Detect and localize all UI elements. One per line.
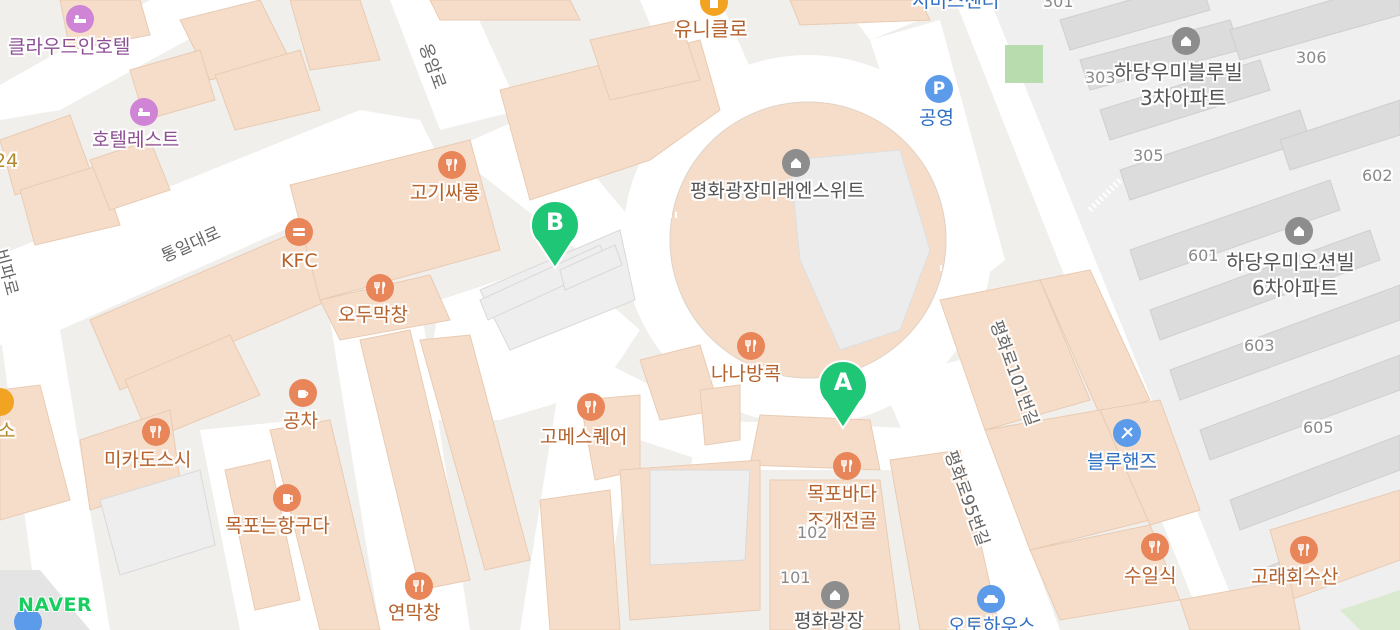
poi-gongcha[interactable]: 공차 — [283, 412, 318, 431]
building-icon[interactable] — [782, 149, 810, 177]
bldg-number: 305 — [1133, 146, 1164, 165]
edge-label-24: 24 — [0, 150, 19, 172]
marker-b-label: B — [545, 208, 565, 236]
bldg-number: 102 — [797, 523, 828, 542]
pub-icon[interactable] — [273, 484, 301, 512]
naver-logo: NAVER — [18, 594, 93, 616]
poi-yeon[interactable]: 연막창 — [388, 604, 440, 623]
poi-service-center[interactable]: 서비스센터 — [912, 0, 999, 11]
poi-odu[interactable]: 오두막창 — [338, 306, 408, 325]
poi-mokpo-bada[interactable]: 목포바다 — [807, 485, 877, 504]
poi-hotel-rest[interactable]: 호텔레스트 — [92, 131, 179, 150]
poi-bluehands[interactable]: 블루핸즈 — [1087, 453, 1157, 472]
marker-b[interactable]: B — [528, 198, 582, 270]
marker-a-label: A — [833, 368, 853, 396]
poi-hadang6-line2[interactable]: 6차아파트 — [1252, 278, 1338, 298]
bldg-number: 602 — [1362, 166, 1393, 185]
bldg-number: 603 — [1244, 336, 1275, 355]
restaurant-icon[interactable] — [1141, 533, 1169, 561]
hotel-icon[interactable] — [66, 5, 94, 33]
poi-gomes[interactable]: 고메스퀘어 — [540, 428, 627, 447]
restaurant-icon[interactable] — [366, 274, 394, 302]
building-icon[interactable] — [821, 581, 849, 609]
poi-gogi-salon[interactable]: 고기싸롱 — [410, 184, 480, 203]
car-wash-icon[interactable] — [977, 585, 1005, 613]
bldg-number: 301 — [1043, 0, 1074, 11]
poi-autohouse[interactable]: 오토하우스 — [948, 617, 1035, 630]
bldg-number: 605 — [1303, 418, 1334, 437]
building-icon[interactable] — [1172, 27, 1200, 55]
poi-mokpo-hang[interactable]: 목포는항구다 — [225, 517, 330, 536]
poi-nana[interactable]: 나나방콕 — [711, 365, 781, 384]
cafe-icon[interactable] — [289, 379, 317, 407]
hotel-icon[interactable] — [130, 98, 158, 126]
restaurant-icon[interactable] — [438, 151, 466, 179]
poi-hadang3-line2[interactable]: 3차아파트 — [1140, 88, 1226, 108]
restaurant-icon[interactable] — [142, 418, 170, 446]
restaurant-icon[interactable] — [1290, 536, 1318, 564]
restaurant-icon[interactable] — [833, 452, 861, 480]
poi-uniqlo[interactable]: 유니클로 — [674, 19, 748, 39]
poi-hadang3-line1[interactable]: 하당우미블루빌 — [1114, 62, 1243, 82]
poi-gorae[interactable]: 고래회수산 — [1251, 568, 1338, 587]
poi-cloud-inn-hotel[interactable]: 클라우드인호텔 — [8, 38, 130, 57]
poi-pyeonghwa-plaza[interactable]: 평화광장 — [794, 612, 864, 630]
poi-hadang6-line1[interactable]: 하당우미오션빌 — [1226, 252, 1355, 272]
bldg-number: 303 — [1085, 68, 1116, 87]
fastfood-icon[interactable] — [285, 218, 313, 246]
restaurant-icon[interactable] — [577, 393, 605, 421]
building-icon[interactable] — [1285, 217, 1313, 245]
parking-icon[interactable]: P — [925, 75, 953, 103]
poi-parking[interactable]: 공영 — [919, 109, 954, 128]
restaurant-icon[interactable] — [737, 332, 765, 360]
edge-label-so: 소 — [0, 420, 16, 442]
bldg-number: 306 — [1296, 48, 1327, 67]
poi-kfc[interactable]: KFC — [281, 252, 318, 271]
bldg-number: 101 — [780, 568, 811, 587]
marker-a[interactable]: A — [816, 358, 870, 430]
bldg-number: 601 — [1188, 246, 1219, 265]
map-canvas[interactable]: P 유니클로 클라우드인호텔 호텔레스트 고기싸롱 KFC 오두막창 공차 미카… — [0, 0, 1400, 630]
repair-icon[interactable] — [1113, 419, 1141, 447]
poi-mirae-suite[interactable]: 평화광장미래엔스위트 — [690, 182, 865, 201]
poi-mikado[interactable]: 미카도스시 — [104, 451, 191, 470]
restaurant-icon[interactable] — [405, 572, 433, 600]
poi-suil[interactable]: 수일식 — [1124, 567, 1176, 586]
